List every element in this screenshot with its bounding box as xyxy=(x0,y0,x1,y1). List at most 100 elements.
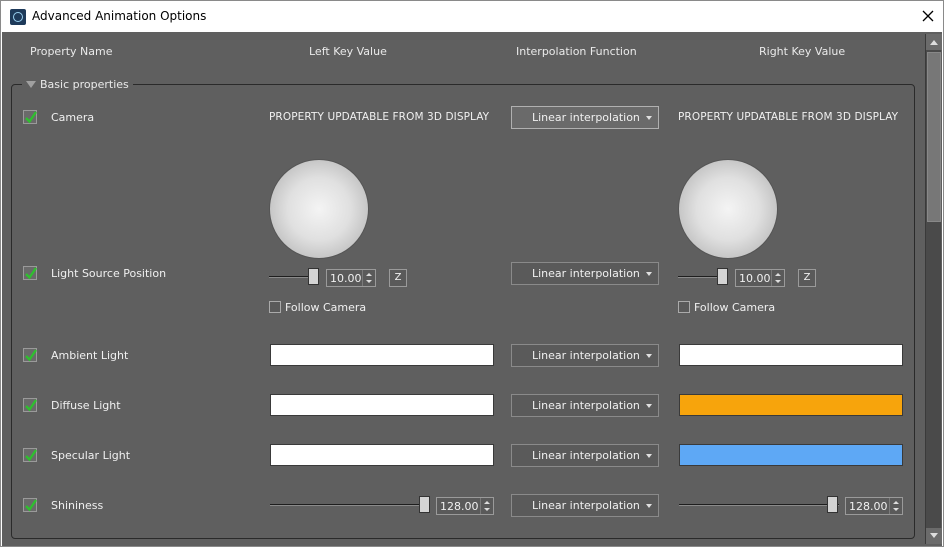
dropdown-arrow-icon xyxy=(646,354,652,358)
spin-down-icon[interactable] xyxy=(484,508,490,511)
scrollbar-thumb[interactable] xyxy=(927,52,941,222)
specular-left-color-swatch[interactable] xyxy=(270,444,494,466)
specular-interpolation-dropdown[interactable]: Linear interpolation xyxy=(511,444,659,467)
left-shininess-slider[interactable] xyxy=(270,504,430,506)
shininess-checkbox[interactable] xyxy=(23,498,37,512)
spin-down-icon[interactable] xyxy=(366,280,372,283)
dropdown-arrow-icon xyxy=(646,404,652,408)
camera-checkbox[interactable] xyxy=(23,110,37,124)
close-icon xyxy=(922,10,934,22)
specular-right-color-swatch[interactable] xyxy=(679,444,903,466)
basic-properties-header[interactable]: Basic properties xyxy=(22,78,133,91)
vertical-scrollbar[interactable] xyxy=(925,34,942,544)
right-shininess-slider[interactable] xyxy=(679,504,839,506)
ambient-left-color-swatch[interactable] xyxy=(270,344,494,366)
camera-label: Camera xyxy=(51,111,95,124)
light-source-interpolation-dropdown[interactable]: Linear interpolation xyxy=(511,262,659,285)
basic-properties-group xyxy=(11,84,915,539)
spinbox-value: 10.00 xyxy=(330,272,362,285)
dropdown-value: Linear interpolation xyxy=(532,449,640,462)
left-z-button[interactable]: Z xyxy=(389,269,407,287)
spinbox-value: 128.00 xyxy=(440,500,479,513)
ambient-right-color-swatch[interactable] xyxy=(679,344,903,366)
column-headers: Property Name Left Key Value Interpolati… xyxy=(2,32,922,72)
right-follow-camera-checkbox[interactable] xyxy=(678,301,690,313)
right-light-distance-spinbox[interactable]: 10.00 xyxy=(735,269,785,287)
dropdown-value: Linear interpolation xyxy=(532,111,640,124)
dropdown-arrow-icon xyxy=(646,504,652,508)
spinbox-buttons[interactable] xyxy=(771,270,784,286)
spinbox-buttons[interactable] xyxy=(480,498,493,514)
ambient-interpolation-dropdown[interactable]: Linear interpolation xyxy=(511,344,659,367)
left-shininess-slider-handle[interactable] xyxy=(419,496,430,513)
title-bar: Advanced Animation Options xyxy=(1,1,943,31)
diffuse-left-color-swatch[interactable] xyxy=(270,394,494,416)
spinbox-value: 128.00 xyxy=(849,500,888,513)
light-source-checkbox[interactable] xyxy=(23,266,37,280)
spin-up-icon[interactable] xyxy=(893,501,899,504)
spin-down-icon[interactable] xyxy=(893,508,899,511)
checkmark-icon xyxy=(25,349,37,362)
shininess-label: Shininess xyxy=(51,499,104,512)
checkmark-icon xyxy=(25,499,37,512)
left-follow-camera-label: Follow Camera xyxy=(285,301,367,314)
diffuse-interpolation-dropdown[interactable]: Linear interpolation xyxy=(511,394,659,417)
close-button[interactable] xyxy=(913,1,943,31)
light-source-label: Light Source Position xyxy=(51,267,167,280)
dropdown-arrow-icon xyxy=(646,454,652,458)
diffuse-light-checkbox[interactable] xyxy=(23,398,37,412)
app-icon xyxy=(10,9,26,25)
window-title: Advanced Animation Options xyxy=(32,9,207,23)
dropdown-arrow-icon xyxy=(646,116,652,120)
expand-triangle-icon[interactable] xyxy=(26,81,36,88)
camera-left-value: PROPERTY UPDATABLE FROM 3D DISPLAY xyxy=(269,111,490,123)
right-shininess-slider-handle[interactable] xyxy=(827,496,838,513)
right-light-slider-handle[interactable] xyxy=(717,268,728,285)
checkmark-icon xyxy=(25,267,37,280)
camera-interpolation-dropdown[interactable]: Linear interpolation xyxy=(511,106,659,129)
shininess-interpolation-dropdown[interactable]: Linear interpolation xyxy=(511,494,659,517)
scroll-down-button[interactable] xyxy=(926,528,942,544)
group-title-label: Basic properties xyxy=(40,78,129,91)
camera-right-value: PROPERTY UPDATABLE FROM 3D DISPLAY xyxy=(678,111,899,123)
dropdown-value: Linear interpolation xyxy=(532,399,640,412)
header-property-name: Property Name xyxy=(30,45,113,58)
advanced-animation-options-window: Advanced Animation Options Property Name… xyxy=(0,0,944,547)
diffuse-light-label: Diffuse Light xyxy=(51,399,121,412)
dropdown-value: Linear interpolation xyxy=(532,499,640,512)
client-area: Property Name Left Key Value Interpolati… xyxy=(2,32,942,546)
scroll-up-arrow-icon xyxy=(930,40,938,45)
spin-up-icon[interactable] xyxy=(775,273,781,276)
left-follow-camera-checkbox[interactable] xyxy=(269,301,281,313)
left-light-direction-sphere[interactable] xyxy=(269,159,369,259)
left-light-slider-handle[interactable] xyxy=(308,268,319,285)
ambient-light-label: Ambient Light xyxy=(51,349,129,362)
right-light-direction-sphere[interactable] xyxy=(678,159,778,259)
specular-light-checkbox[interactable] xyxy=(23,448,37,462)
header-left-key-value: Left Key Value xyxy=(309,45,387,58)
spin-up-icon[interactable] xyxy=(484,501,490,504)
specular-light-label: Specular Light xyxy=(51,449,131,462)
checkmark-icon xyxy=(25,399,37,412)
header-interpolation-function: Interpolation Function xyxy=(516,45,637,58)
right-z-button[interactable]: Z xyxy=(798,269,816,287)
dropdown-value: Linear interpolation xyxy=(532,267,640,280)
dropdown-arrow-icon xyxy=(646,272,652,276)
header-right-key-value: Right Key Value xyxy=(759,45,846,58)
scroll-up-button[interactable] xyxy=(926,34,942,50)
spin-up-icon[interactable] xyxy=(366,273,372,276)
scroll-down-arrow-icon xyxy=(930,533,938,538)
spin-down-icon[interactable] xyxy=(775,280,781,283)
diffuse-right-color-swatch[interactable] xyxy=(679,394,903,416)
dropdown-value: Linear interpolation xyxy=(532,349,640,362)
spinbox-buttons[interactable] xyxy=(889,498,902,514)
ambient-light-checkbox[interactable] xyxy=(23,348,37,362)
left-shininess-spinbox[interactable]: 128.00 xyxy=(436,497,494,515)
right-shininess-spinbox[interactable]: 128.00 xyxy=(845,497,903,515)
left-light-distance-spinbox[interactable]: 10.00 xyxy=(326,269,376,287)
spinbox-buttons[interactable] xyxy=(362,270,375,286)
spinbox-value: 10.00 xyxy=(739,272,771,285)
right-follow-camera-label: Follow Camera xyxy=(694,301,776,314)
checkmark-icon xyxy=(25,449,37,462)
checkmark-icon xyxy=(25,111,37,124)
